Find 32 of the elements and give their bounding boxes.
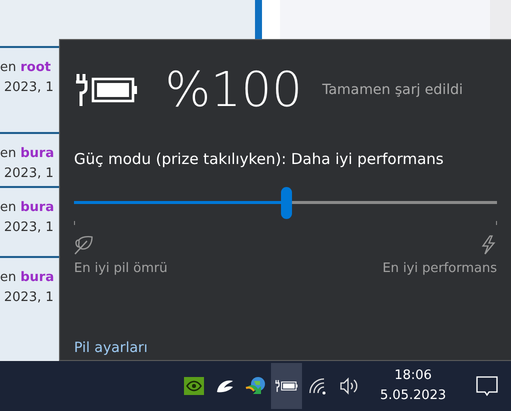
clock-time: 18:06 [394,367,432,385]
post-author: en bura [0,145,54,163]
post-date: 2023, 1 [3,78,54,96]
min-label: En iyi pil ömrü [74,260,168,278]
clock[interactable]: 18:06 5.05.2023 [380,366,446,406]
tick-mark [74,220,75,224]
window-edge [490,0,511,39]
battery-icon [274,378,298,394]
volume-icon[interactable] [338,377,358,395]
swoosh-icon[interactable] [214,378,234,394]
lightning-icon [481,234,497,254]
post-author: en root [0,59,51,77]
battery-percent: %100 [165,66,302,114]
tick-mark [496,220,497,224]
leaf-icon [74,234,94,254]
post-date: 2023, 1 [3,218,54,236]
globe-icon[interactable] [244,376,266,396]
battery-status: Tamamen şarj edildi [322,80,463,100]
clock-date: 5.05.2023 [380,387,446,405]
post-date: 2023, 1 [3,288,54,306]
slider-thumb[interactable] [280,186,292,218]
notification-icon[interactable] [476,376,498,396]
tray-button[interactable] [271,363,302,409]
wifi-icon[interactable] [308,377,328,395]
power-mode-label: Güç modu (prize takılıyken): Daha iyi performans [73,149,445,170]
post-author: en bura [0,199,54,217]
post-author: en bura [0,269,54,287]
power-mode-slider[interactable] [74,186,497,218]
max-label: En iyi performans [382,260,497,278]
accent-bar [255,0,262,39]
battery-settings-link[interactable]: Pil ayarları [74,338,148,359]
post-date: 2023, 1 [3,164,54,182]
